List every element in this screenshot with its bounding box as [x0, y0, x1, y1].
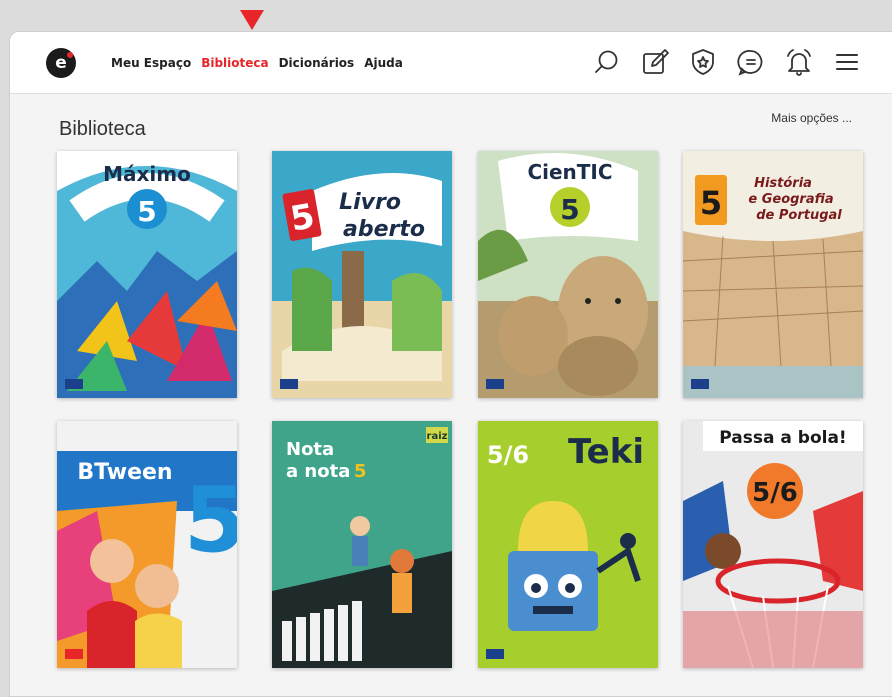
book-title-line1: Livro [339, 190, 401, 215]
pointer-arrow-indicator [240, 10, 264, 30]
book-title-line2: aberto [343, 217, 425, 242]
menu-icon[interactable] [832, 47, 862, 77]
book-cover-passa-a-bola[interactable]: Passa a bola! 5/6 [683, 421, 863, 668]
book-cover-nota-a-nota[interactable]: raiz Nota a nota 5 [272, 421, 452, 668]
top-navbar: e Meu Espaço Biblioteca Dicionários Ajud… [10, 32, 892, 94]
book-title-line1: Nota [286, 439, 334, 460]
book-grade: 5 [184, 468, 237, 573]
logo-letter: e [55, 53, 67, 73]
nav-link-ajuda[interactable]: Ajuda [364, 56, 403, 70]
bell-icon[interactable] [784, 47, 814, 77]
book-title-line1: História [754, 176, 812, 191]
nav-icons [592, 47, 862, 77]
app-window: e Meu Espaço Biblioteca Dicionários Ajud… [9, 31, 892, 697]
book-tag: raiz [427, 431, 448, 442]
section-title: Biblioteca [59, 118, 146, 140]
book-grade: 5 [700, 184, 722, 222]
nav-link-dicionarios[interactable]: Dicionários [279, 56, 355, 70]
logo[interactable]: e [46, 48, 76, 78]
badge-icon[interactable] [688, 47, 718, 77]
chat-icon[interactable] [736, 47, 766, 77]
book-title-line3: de Portugal [756, 208, 842, 223]
book-title-teki: Teki [568, 432, 644, 472]
nav-link-meu-espaco[interactable]: Meu Espaço [111, 56, 191, 70]
book-cover-historia[interactable]: 5 História e Geografia de Portugal [683, 151, 863, 398]
book-cover-teki[interactable]: 5/6 Teki [478, 421, 658, 668]
book-title-line2: e Geografia [748, 192, 833, 207]
book-cover-maximo[interactable]: Máximo 5 [57, 151, 237, 398]
book-title-passa-a-bola: Passa a bola! [719, 428, 846, 448]
logo-dot [67, 52, 73, 58]
nav-links: Meu Espaço Biblioteca Dicionários Ajuda [111, 32, 413, 94]
book-title-line2: a nota [286, 461, 350, 482]
book-grade: 5/6 [487, 441, 529, 469]
book-grade: 5 [560, 193, 579, 226]
more-options-link[interactable]: Mais opções ... [771, 111, 852, 125]
book-cover-livro-aberto[interactable]: 5 Livro aberto [272, 151, 452, 398]
search-icon[interactable] [592, 47, 622, 77]
book-title-btween: BTween [77, 460, 172, 485]
book-grade: 5/6 [752, 478, 798, 508]
book-cover-btween[interactable]: BTween 5 [57, 421, 237, 668]
edit-icon[interactable] [640, 47, 670, 77]
nav-link-biblioteca[interactable]: Biblioteca [201, 56, 268, 70]
book-grade: 5 [354, 461, 367, 482]
book-grade: 5 [137, 195, 156, 228]
book-cover-cientic[interactable]: CienTIC 5 [478, 151, 658, 398]
book-title-cientic: CienTIC [527, 160, 612, 184]
book-title-maximo: Máximo [103, 162, 191, 186]
